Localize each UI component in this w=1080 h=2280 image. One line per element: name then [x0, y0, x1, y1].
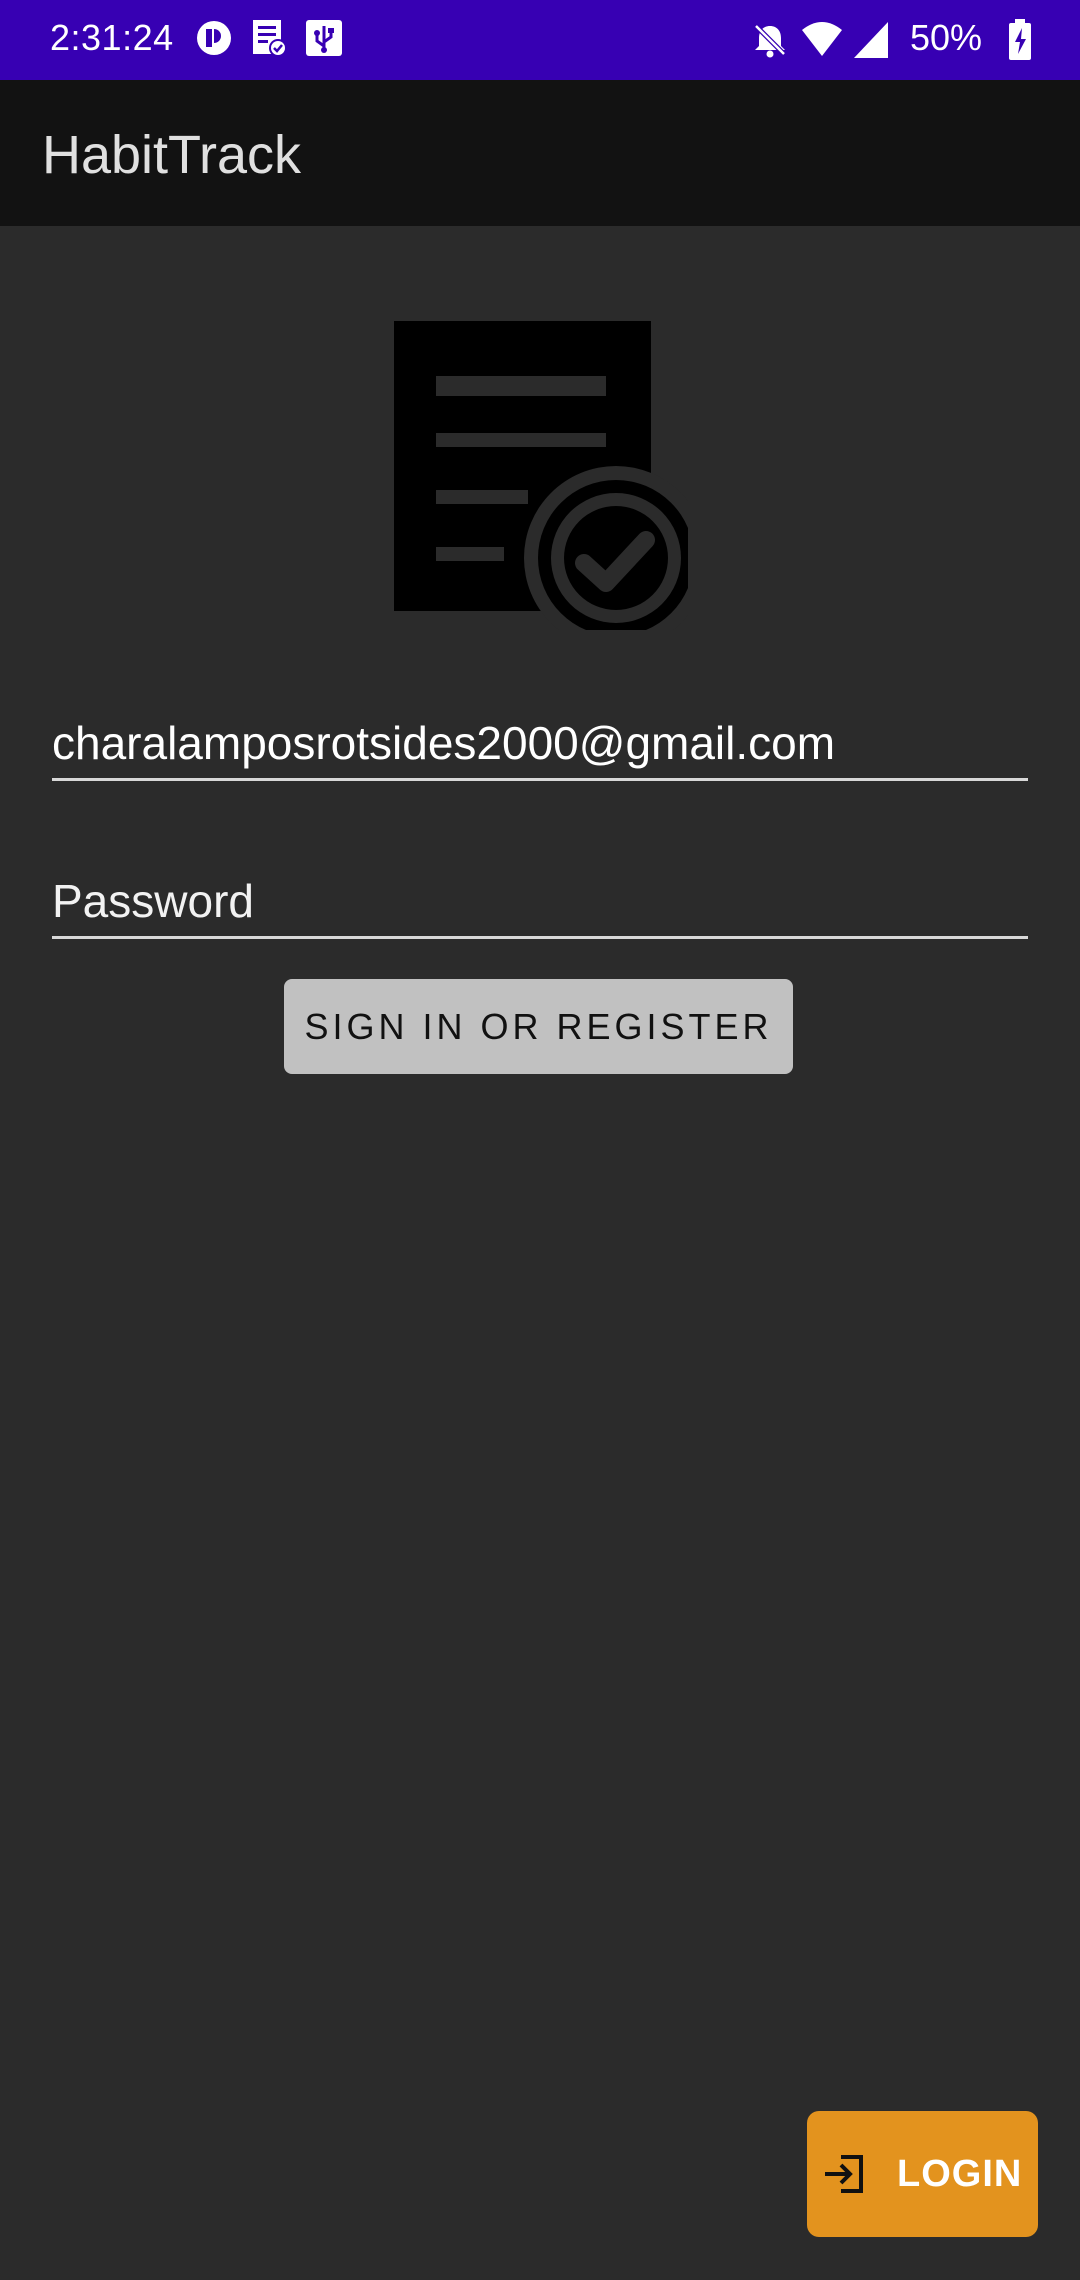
status-time: 2:31:24	[50, 17, 174, 58]
task-document-check-icon	[394, 321, 688, 630]
login-button-label: LOGIN	[897, 2153, 1023, 2195]
password-field[interactable]	[52, 874, 1028, 928]
password-field-container	[52, 846, 1028, 939]
sign-in-or-register-button[interactable]: SIGN IN OR REGISTER	[284, 979, 793, 1074]
task-list-icon	[253, 20, 287, 57]
cellular-signal-icon	[854, 22, 888, 58]
battery-charging-icon	[1009, 19, 1031, 60]
email-field[interactable]	[52, 716, 1028, 770]
wifi-icon	[802, 22, 842, 56]
login-button[interactable]: LOGIN	[807, 2111, 1038, 2237]
status-bar: 2:31:24 50%	[0, 0, 1080, 80]
email-field-container	[52, 688, 1028, 781]
usb-icon	[306, 20, 342, 56]
sync-status-icon	[197, 21, 231, 55]
status-right-icons: 50%	[750, 0, 1080, 80]
battery-percent: 50%	[909, 17, 982, 58]
notifications-off-icon	[754, 24, 786, 58]
app-bar: HabitTrack	[0, 80, 1080, 226]
login-arrow-icon	[825, 2155, 863, 2193]
app-title: HabitTrack	[42, 125, 302, 185]
